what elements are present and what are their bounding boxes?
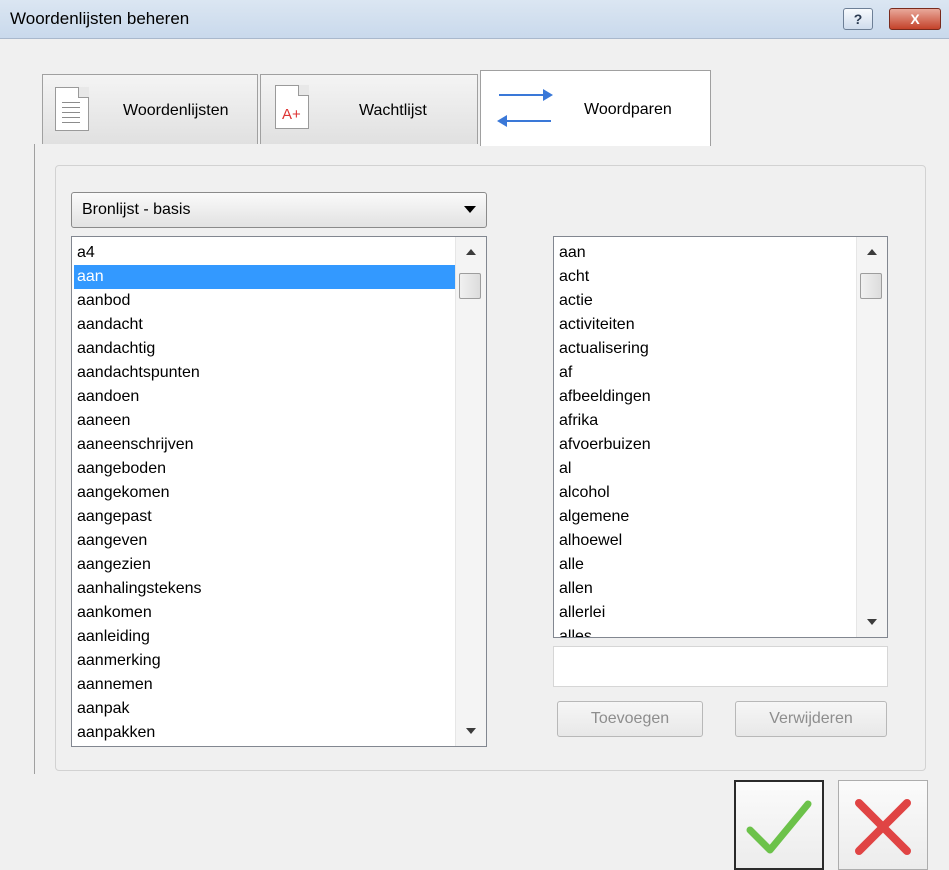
list-item[interactable]: afrika — [556, 409, 857, 433]
list-item[interactable]: aan — [556, 241, 857, 265]
close-button[interactable]: X — [889, 8, 941, 30]
scroll-up-icon[interactable] — [466, 249, 476, 255]
list-item[interactable]: aanhalingstekens — [74, 577, 456, 601]
source-word-list[interactable]: a4 aan aanbod aandacht aandachtig aandachtspu… — [71, 236, 487, 747]
list-item[interactable]: aangepast — [74, 505, 456, 529]
scroll-down-icon[interactable] — [466, 728, 476, 734]
list-item[interactable]: aanpakken — [74, 721, 456, 745]
list-item[interactable]: aaneenschrijven — [74, 433, 456, 457]
list-item[interactable]: aannemen — [74, 673, 456, 697]
chevron-down-icon — [464, 206, 476, 213]
tab-woordenlijsten[interactable]: Woordenlijsten — [42, 74, 258, 145]
word-pair-items: aan acht actie activiteiten actualisering af a… — [556, 241, 857, 637]
scroll-thumb[interactable] — [459, 273, 481, 299]
scroll-thumb[interactable] — [860, 273, 882, 299]
title-bar: Woordenlijsten beheren ? X — [0, 0, 949, 39]
list-item[interactable]: alhoewel — [556, 529, 857, 553]
list-item[interactable]: activiteiten — [556, 313, 857, 337]
tab-label: Woordparen — [584, 101, 672, 118]
list-item[interactable]: aandachtspunten — [74, 361, 456, 385]
list-item[interactable]: afvoerbuizen — [556, 433, 857, 457]
list-item[interactable]: aanbod — [74, 289, 456, 313]
tab-woordparen[interactable]: Woordparen — [480, 70, 711, 146]
cross-icon — [855, 799, 911, 855]
dropdown-value: Bronlijst - basis — [82, 201, 191, 218]
list-item[interactable]: actualisering — [556, 337, 857, 361]
word-input[interactable] — [553, 646, 888, 687]
swap-arrows-icon — [497, 89, 553, 127]
ok-button[interactable] — [734, 780, 824, 870]
help-icon: ? — [853, 11, 863, 27]
list-item[interactable]: aanleiding — [74, 625, 456, 649]
list-item[interactable]: afbeeldingen — [556, 385, 857, 409]
scroll-up-icon[interactable] — [867, 249, 877, 255]
list-item[interactable]: alles — [556, 625, 857, 637]
remove-button[interactable]: Verwijderen — [735, 701, 887, 737]
window-title: Woordenlijsten beheren — [10, 9, 190, 28]
list-item[interactable]: aangekomen — [74, 481, 456, 505]
list-item[interactable]: allerlei — [556, 601, 857, 625]
list-item[interactable]: acht — [556, 265, 857, 289]
tab-label: Woordenlijsten — [123, 102, 229, 119]
word-pair-list[interactable]: aan acht actie activiteiten actualisering af a… — [553, 236, 888, 638]
source-word-items: a4 aan aanbod aandacht aandachtig aandachtspu… — [74, 241, 456, 745]
scrollbar[interactable] — [856, 237, 887, 637]
list-item[interactable]: aanmerking — [74, 649, 456, 673]
list-item[interactable]: a4 — [74, 241, 456, 265]
list-item[interactable]: aan — [74, 265, 456, 289]
list-item[interactable]: allen — [556, 577, 857, 601]
list-item[interactable]: aandoen — [74, 385, 456, 409]
tab-wachtlijst[interactable]: A+ Wachtlijst — [260, 74, 478, 145]
list-item[interactable]: alle — [556, 553, 857, 577]
list-item[interactable]: aandacht — [74, 313, 456, 337]
tab-label: Wachtlijst — [359, 102, 427, 119]
list-item[interactable]: aankomen — [74, 601, 456, 625]
close-icon: X — [910, 11, 920, 27]
list-item[interactable]: actie — [556, 289, 857, 313]
add-button[interactable]: Toevoegen — [557, 701, 703, 737]
list-item[interactable]: af — [556, 361, 857, 385]
cancel-button[interactable] — [838, 780, 928, 870]
list-item[interactable]: aangeven — [74, 529, 456, 553]
list-item[interactable]: aanpak — [74, 697, 456, 721]
document-aplus-icon: A+ — [275, 85, 309, 129]
document-icon — [55, 87, 89, 131]
list-item[interactable]: algemene — [556, 505, 857, 529]
list-item[interactable]: alcohol — [556, 481, 857, 505]
source-list-dropdown[interactable]: Bronlijst - basis — [71, 192, 487, 228]
scroll-down-icon[interactable] — [867, 619, 877, 625]
list-item[interactable]: aandachtig — [74, 337, 456, 361]
scrollbar[interactable] — [455, 237, 486, 746]
checkmark-icon — [746, 800, 812, 854]
list-item[interactable]: aangezien — [74, 553, 456, 577]
list-item[interactable]: al — [556, 457, 857, 481]
list-item[interactable]: aaneen — [74, 409, 456, 433]
list-item[interactable]: aangeboden — [74, 457, 456, 481]
help-button[interactable]: ? — [843, 8, 873, 30]
